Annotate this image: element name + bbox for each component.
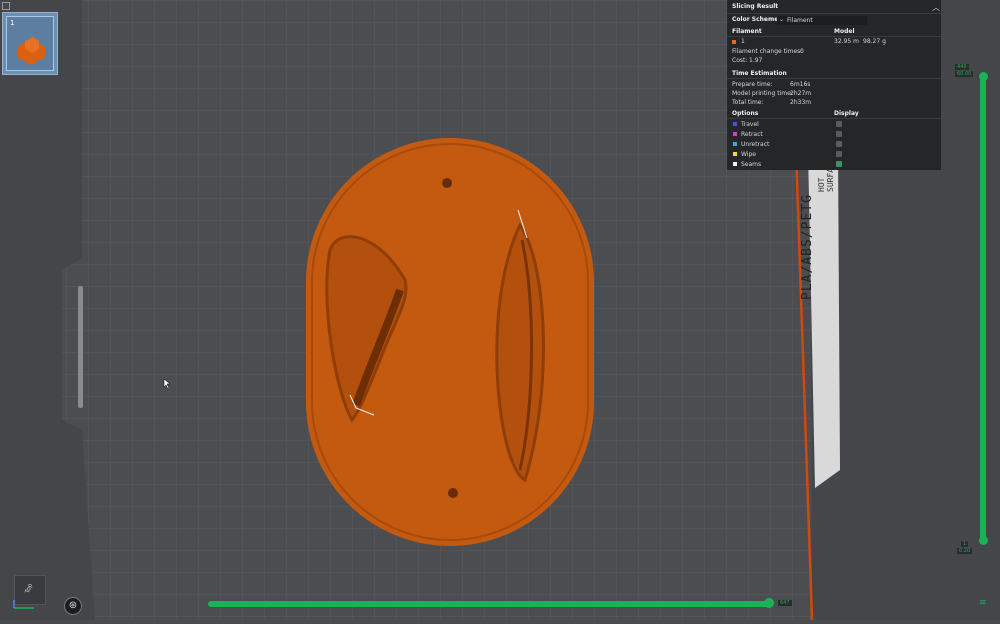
bed-label-text: PLA/ABS/PETG [800, 194, 815, 300]
slicing-result-panel: Slicing Result ︿ Color Scheme ⌄ Filament… [727, 0, 941, 170]
top-left-icon[interactable] [2, 2, 10, 10]
option-wipe-label: Wipe [741, 151, 756, 158]
layer-bottom-index: 1 [961, 541, 969, 547]
move-slider-track[interactable] [208, 601, 770, 607]
unretract-swatch [733, 142, 737, 146]
model-header: Model [834, 28, 855, 35]
plate-notch [78, 286, 83, 408]
layer-slider-bottom-handle[interactable] [978, 536, 988, 545]
layer-slider-track[interactable] [980, 78, 986, 541]
total-time-value: 2h33m [790, 99, 812, 106]
axis-gizmo [13, 600, 34, 609]
layer-top-height: 60.00 [955, 71, 974, 77]
layer-slider-top-handle[interactable] [978, 72, 988, 81]
travel-swatch [733, 122, 737, 126]
model-printing-time-label: Model printing time: [732, 90, 793, 97]
total-time-label: Total time: [732, 99, 764, 106]
option-retract-label: Retract [741, 131, 763, 138]
prepare-time-value: 6m16s [790, 81, 811, 88]
plate-model-icon [17, 37, 45, 65]
filament-color-swatch [732, 40, 736, 44]
option-retract-checkbox[interactable] [836, 131, 842, 137]
view-orientation-icon[interactable]: ⊛ [64, 597, 82, 615]
color-scheme-label: Color Scheme [732, 16, 779, 23]
move-slider-handle[interactable] [764, 598, 774, 608]
display-header: Display [834, 110, 859, 117]
option-unretract-checkbox[interactable] [836, 141, 842, 147]
filament-index: 1 [741, 38, 745, 45]
option-travel-checkbox[interactable] [836, 121, 842, 127]
retract-swatch [733, 132, 737, 136]
chevron-down-icon: ⌄ [779, 16, 785, 23]
model-usage: 32.95 m [834, 38, 859, 45]
filament-header: Filament [732, 28, 762, 35]
color-scheme-dropdown[interactable]: ⌄ Filament [777, 16, 867, 25]
color-scheme-value: Filament [787, 17, 813, 24]
wipe-swatch [733, 152, 737, 156]
move-slider-value: 647 [778, 600, 792, 606]
layer-bottom-height: 0.20 [957, 548, 973, 554]
time-estimation-header: Time Estimation [732, 70, 787, 77]
seams-swatch [733, 162, 737, 166]
layer-top-index: 440 [955, 64, 969, 70]
option-seams-checkbox[interactable] [836, 161, 842, 167]
cost-label: Cost: [732, 57, 748, 64]
model-weight: 98.27 g [863, 38, 886, 45]
filament-change-label: Filament change times: [732, 48, 803, 55]
option-unretract-label: Unretract [741, 141, 770, 148]
view-cube-label: Top [24, 582, 35, 595]
option-travel-label: Travel [741, 121, 759, 128]
plate-thumbnail[interactable]: 1 [2, 12, 58, 75]
collapse-icon[interactable]: ︿ [932, 2, 940, 13]
printed-model [306, 138, 594, 546]
option-wipe-checkbox[interactable] [836, 151, 842, 157]
model-printing-time-value: 2h27m [790, 90, 812, 97]
option-seams-label: Seams [741, 161, 762, 168]
filament-change-value: 0 [800, 48, 804, 55]
panel-title: Slicing Result [732, 3, 779, 10]
layers-icon[interactable]: ≋ [979, 598, 987, 608]
options-header: Options [732, 110, 759, 117]
bed-material-label: PLA/ABS/PETG [800, 194, 815, 300]
cost-value: 1.97 [749, 57, 763, 64]
prepare-time-label: Prepare time: [732, 81, 773, 88]
